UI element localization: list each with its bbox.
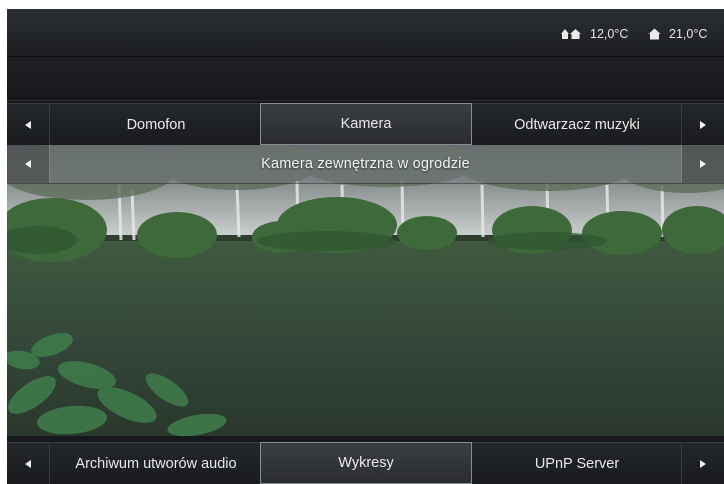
camera-view: Kamera zewnętrzna w ogrodzie — [7, 145, 724, 436]
camera-nav-bar: Kamera zewnętrzna w ogrodzie — [7, 145, 724, 184]
header-bar — [7, 57, 724, 101]
arrow-left-icon — [25, 120, 31, 129]
tab-upnp-server[interactable]: UPnP Server — [473, 443, 681, 484]
arrow-left-icon — [25, 459, 31, 468]
tab-domofon[interactable]: Domofon — [50, 104, 262, 145]
arrow-right-icon — [700, 160, 706, 168]
bottom-tabs-prev-button[interactable] — [7, 443, 50, 484]
top-tab-bar: Domofon Kamera Odtwarzacz muzyki — [7, 103, 724, 146]
status-bar: 12,0°C 21,0°C — [7, 9, 724, 57]
outdoor-temp-value: 12,0°C — [590, 27, 629, 41]
bottom-tab-bar: Archiwum utworów audio Wykresy UPnP Serv… — [7, 442, 724, 484]
arrow-right-icon — [700, 120, 706, 129]
tab-wykresy[interactable]: Wykresy — [260, 442, 472, 484]
tab-odtwarzacz-muzyki[interactable]: Odtwarzacz muzyki — [473, 104, 681, 145]
outdoor-temperature: 12,0°C — [560, 26, 628, 42]
indoor-temperature: 21,0°C — [648, 26, 707, 42]
top-tabs-prev-button[interactable] — [7, 104, 50, 145]
app-frame: 12,0°C 21,0°C Domofon Kamera Odtwarzacz … — [7, 9, 724, 484]
camera-image — [7, 145, 724, 436]
bottom-tabs-next-button[interactable] — [681, 443, 724, 484]
indoor-temp-value: 21,0°C — [669, 27, 708, 41]
house-icon — [648, 28, 661, 40]
outdoor-house-tree-icon — [560, 28, 582, 40]
arrow-left-icon — [25, 160, 31, 168]
tab-kamera[interactable]: Kamera — [260, 103, 472, 145]
camera-next-button[interactable] — [681, 145, 724, 183]
tab-archiwum-utworow-audio[interactable]: Archiwum utworów audio — [50, 443, 262, 484]
arrow-right-icon — [700, 459, 706, 468]
top-tabs-next-button[interactable] — [681, 104, 724, 145]
camera-prev-button[interactable] — [7, 145, 50, 183]
camera-title: Kamera zewnętrzna w ogrodzie — [261, 156, 470, 172]
